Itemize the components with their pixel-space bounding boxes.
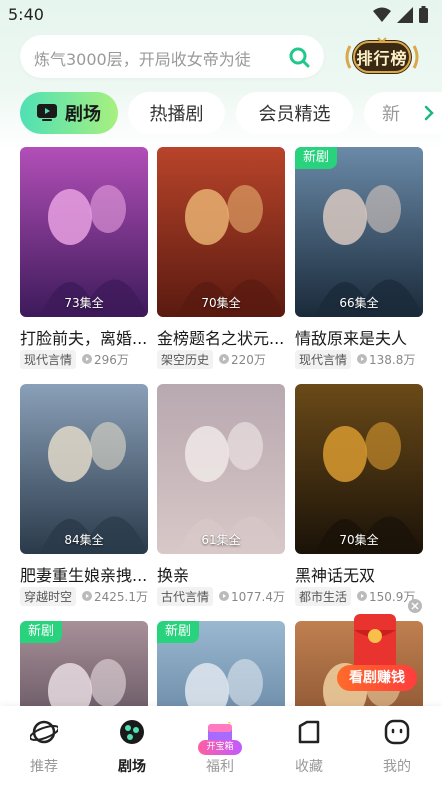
earn-money-badge[interactable]: 看剧赚钱	[337, 665, 417, 691]
drama-poster[interactable]: 61集全	[157, 384, 285, 554]
theater-icon	[120, 720, 144, 744]
poster-image	[295, 147, 423, 317]
new-drama-tag: 新剧	[295, 147, 338, 169]
drama-meta: 古代言情 1077.4万	[157, 586, 286, 606]
search-icon[interactable]	[288, 46, 310, 68]
new-drama-tag: 新剧	[20, 621, 63, 643]
poster-image	[20, 384, 148, 554]
poster-image	[295, 384, 423, 554]
status-bar: 5:40	[0, 0, 442, 30]
tab-label: 会员精选	[258, 104, 331, 125]
close-icon	[411, 602, 419, 610]
genre-tag: 穿越时空	[20, 586, 77, 606]
nav-label: 我的	[383, 759, 411, 775]
play-icon	[82, 354, 93, 364]
genre-tag: 都市生活	[295, 586, 352, 606]
nav-label: 收藏	[295, 759, 323, 775]
search-placeholder: 炼气3000层，开局收女帝为徒	[34, 50, 251, 69]
drama-title[interactable]: 金榜题名之状元...	[157, 325, 289, 349]
genre-tag: 古代言情	[157, 586, 214, 606]
drama-poster[interactable]: 70集全	[295, 384, 423, 554]
play-count: 296万	[94, 352, 129, 367]
drama-title[interactable]: 情敌原来是夫人	[295, 325, 427, 349]
drama-title[interactable]: 肥妻重生娘亲拽...	[20, 562, 152, 586]
tab-hot[interactable]: 热播剧	[128, 92, 225, 134]
status-time: 5:40	[8, 5, 44, 24]
episode-count: 66集全	[339, 296, 379, 310]
rank-label: 排行榜	[356, 49, 408, 68]
drama-title[interactable]: 黑神话无双	[295, 562, 427, 586]
drama-title[interactable]: 换亲	[157, 562, 289, 586]
genre-tag: 现代言情	[20, 349, 77, 369]
tab-label: 剧场	[65, 104, 101, 125]
planet-icon	[30, 720, 58, 744]
chevron-right-icon[interactable]	[420, 104, 438, 122]
play-icon	[82, 591, 93, 601]
new-drama-tag: 新剧	[157, 621, 200, 643]
episode-count: 70集全	[339, 533, 379, 547]
episode-count: 84集全	[64, 533, 104, 547]
nav-profile[interactable]: 我的	[353, 706, 441, 785]
drama-poster[interactable]: 84集全	[20, 384, 148, 554]
play-count: 220万	[231, 352, 266, 367]
nav-label: 福利	[206, 759, 234, 775]
drama-meta: 现代言情 138.8万	[295, 349, 416, 369]
drama-meta: 架空历史 220万	[157, 349, 266, 369]
tab-theater[interactable]: 剧场	[20, 92, 118, 134]
genre-tag: 架空历史	[157, 349, 214, 369]
treasure-badge: 开宝箱	[198, 740, 242, 755]
bookmark-icon	[298, 720, 320, 744]
drama-title[interactable]: 打脸前夫，离婚...	[20, 325, 152, 349]
drama-meta: 现代言情 296万	[20, 349, 129, 369]
nav-favorites[interactable]: 收藏	[265, 706, 353, 785]
drama-poster[interactable]: 70集全	[157, 147, 285, 317]
play-icon	[357, 591, 368, 601]
nav-welfare[interactable]: 开宝箱 福利	[176, 706, 264, 785]
play-icon	[357, 354, 368, 364]
category-tabs: 剧场 热播剧 会员精选 新	[20, 92, 442, 135]
bottom-nav: 推荐 剧场 开宝箱 福利 收藏 我的	[0, 706, 442, 785]
episode-count: 73集全	[64, 296, 104, 310]
nav-label: 推荐	[30, 759, 58, 775]
play-count: 1077.4万	[231, 589, 286, 604]
nav-theater[interactable]: 剧场	[88, 706, 176, 785]
poster-image	[157, 147, 285, 317]
genre-tag: 现代言情	[295, 349, 352, 369]
nav-recommend[interactable]: 推荐	[0, 706, 88, 785]
nav-label: 剧场	[118, 759, 146, 775]
drama-meta: 都市生活 150.9万	[295, 586, 415, 606]
search-bar[interactable]: 炼气3000层，开局收女帝为徒	[20, 35, 324, 78]
poster-image	[157, 384, 285, 554]
drama-poster[interactable]: 73集全	[20, 147, 148, 317]
battery-icon	[419, 6, 428, 23]
signal-icon	[397, 6, 413, 23]
red-envelope-icon[interactable]	[350, 612, 400, 672]
poster-image	[20, 147, 148, 317]
play-count: 138.8万	[369, 352, 416, 367]
play-icon	[219, 354, 230, 364]
rank-button[interactable]: 排行榜	[342, 36, 422, 78]
episode-count: 70集全	[201, 296, 241, 310]
status-icons	[373, 6, 428, 23]
play-icon	[219, 591, 230, 601]
play-count: 2425.1万	[94, 589, 149, 604]
profile-icon	[384, 719, 410, 745]
drama-poster[interactable]: 新剧 66集全	[295, 147, 423, 317]
tab-label: 热播剧	[149, 104, 204, 125]
episode-count: 61集全	[201, 533, 241, 547]
tab-vip[interactable]: 会员精选	[236, 92, 353, 134]
wifi-icon	[373, 7, 391, 22]
tab-label: 新	[382, 104, 400, 125]
tv-icon	[37, 104, 57, 121]
close-float-button[interactable]	[408, 599, 422, 613]
drama-meta: 穿越时空 2425.1万	[20, 586, 149, 606]
